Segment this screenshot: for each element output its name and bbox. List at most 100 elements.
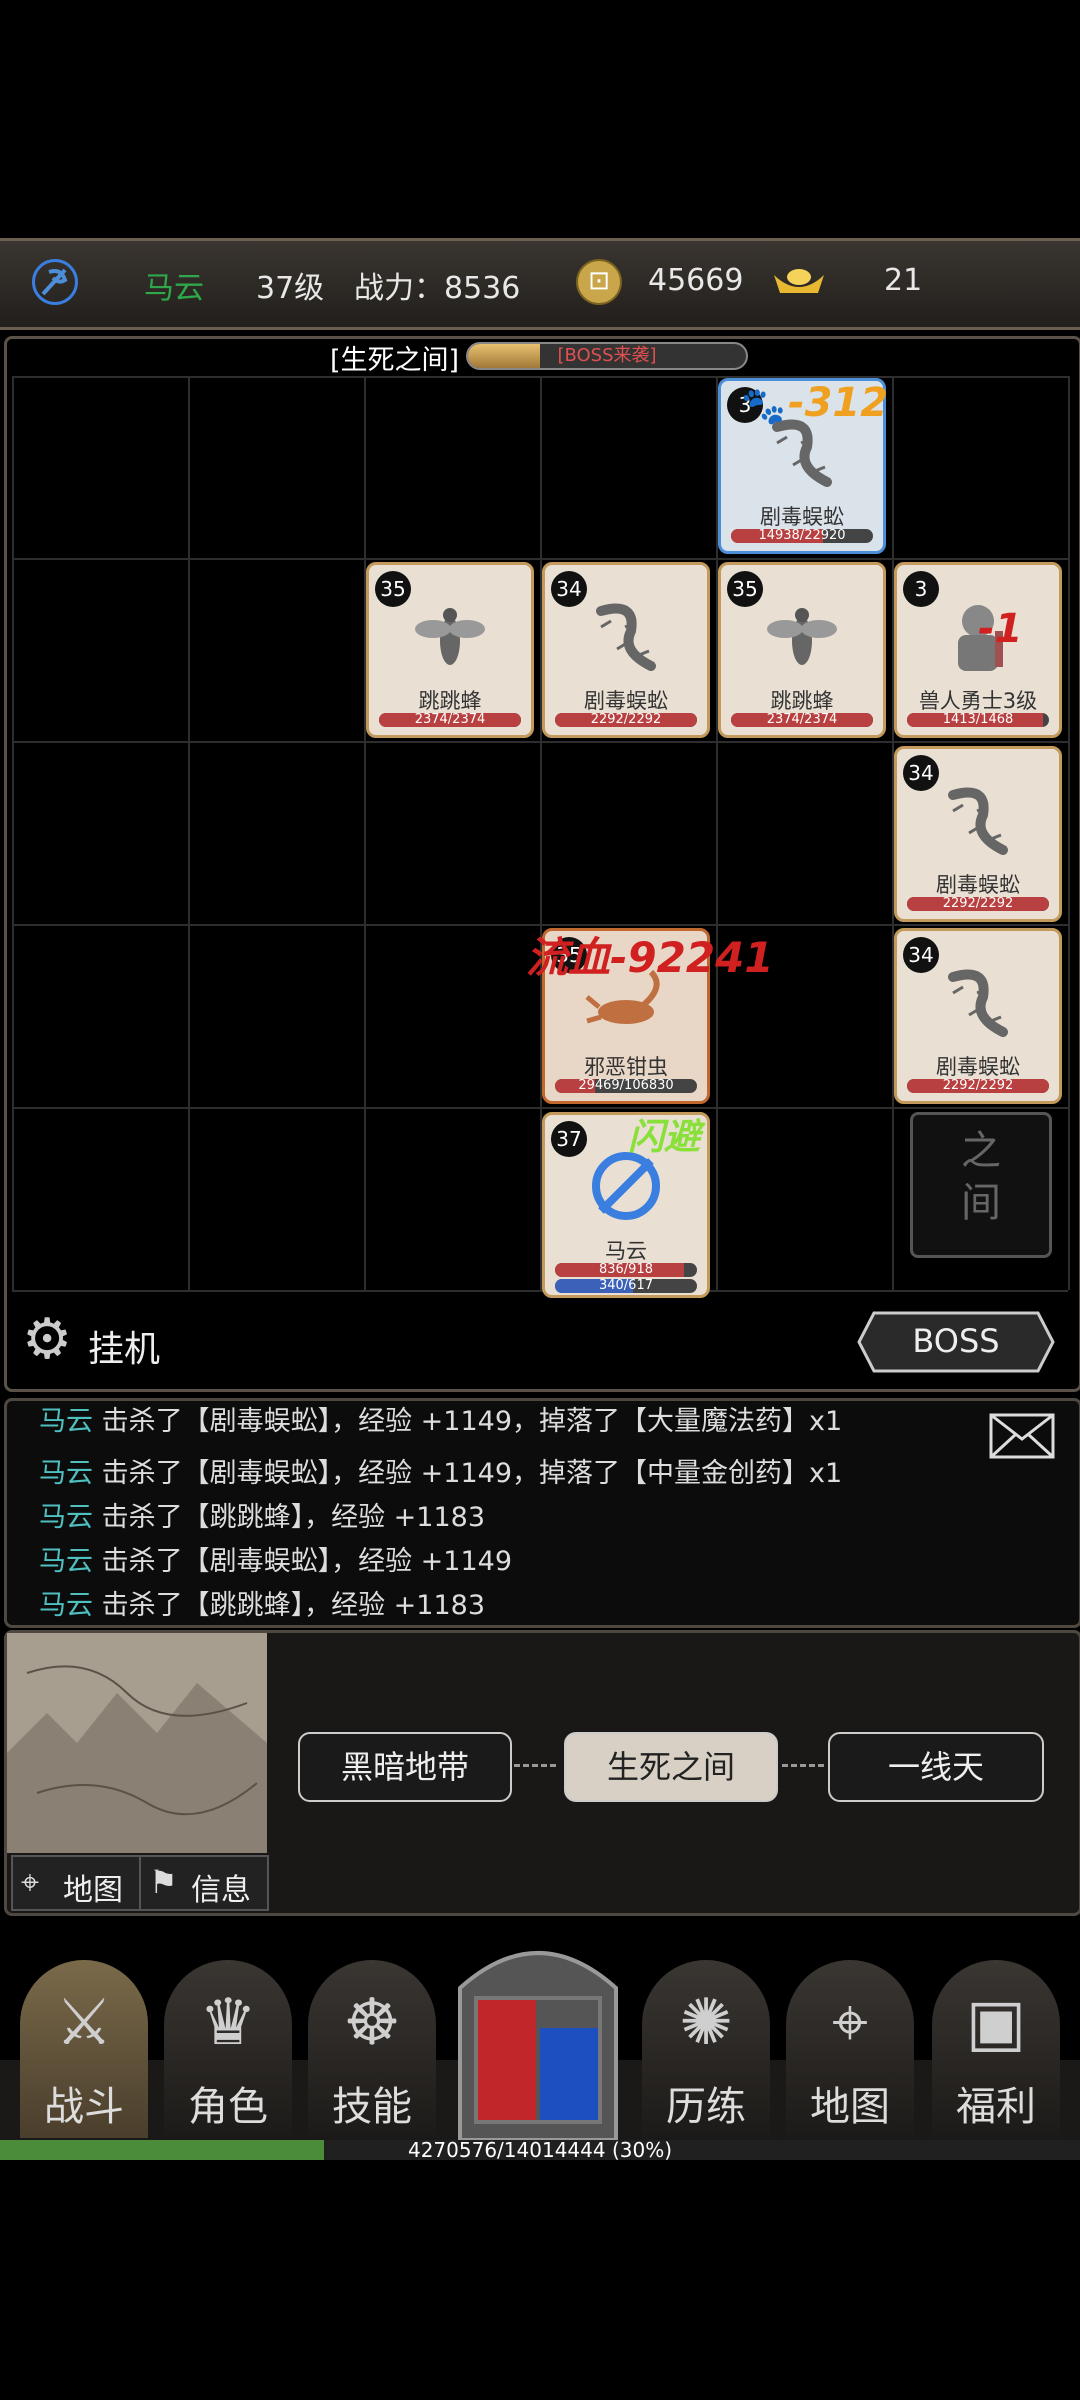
experience-text: 4270576/14014444 (30%): [407, 2138, 673, 2162]
crossed-swords-icon: ⚔: [55, 1986, 113, 2060]
treasure-chest-icon: ▣: [965, 1986, 1027, 2060]
swirl-icon: ✺: [679, 1986, 733, 2060]
damage-popup: 闪避: [628, 1117, 701, 1158]
boss-button[interactable]: BOSS: [856, 1310, 1056, 1374]
unit-name: 剧毒蜈蚣: [760, 505, 844, 529]
log-line: 马云 击杀了【跳跳蜂】，经验 +1183: [39, 1583, 485, 1622]
boss-progress-label: [BOSS来袭]: [557, 345, 657, 366]
paw-icon: 🐾: [741, 386, 786, 427]
log-line: 马云 击杀了【跳跳蜂】，经验 +1183: [39, 1495, 485, 1534]
prev-zone-button[interactable]: 黑暗地带: [298, 1732, 512, 1802]
grid-line: [1068, 376, 1070, 1290]
nav-label: 福利: [956, 2084, 1036, 2130]
hp-text: 2292/2292: [942, 897, 1014, 911]
info-button[interactable]: ⚑ 信息: [139, 1855, 269, 1911]
player-emblem-icon[interactable]: [32, 259, 78, 305]
enemy-card[interactable]: 34 剧毒蜈蚣 2292/2292: [894, 746, 1062, 922]
map-pin-icon: ⌖: [21, 1863, 40, 1901]
nav-map[interactable]: ⌖ 地图: [786, 1960, 914, 2138]
log-line: 马云 击杀了【剧毒蜈蚣】，经验 +1149，掉落了【中量金创药】x1: [39, 1451, 842, 1490]
hp-bar: 2292/2292: [907, 1079, 1049, 1093]
mp-bar: 340/617: [555, 1279, 697, 1293]
hp-text: 1413/1468: [942, 713, 1014, 727]
bee-icon: [405, 591, 495, 685]
log-text: 击杀了【剧毒蜈蚣】，经验 +1149，掉落了【中量金创药】x1: [93, 1458, 843, 1489]
centipede-icon: [581, 591, 671, 685]
portal-gate[interactable]: 之间: [910, 1112, 1052, 1258]
unit-name: 马云: [605, 1239, 647, 1263]
hp-bar: 2292/2292: [907, 897, 1049, 911]
next-zone-button[interactable]: 一线天: [828, 1732, 1044, 1802]
centipede-icon: [933, 775, 1023, 869]
unit-name: 邪恶钳虫: [584, 1055, 668, 1079]
grid-line: [188, 376, 190, 1290]
log-line: 马云 击杀了【剧毒蜈蚣】，经验 +1149，掉落了【大量魔法药】x1: [39, 1401, 842, 1438]
coin-count: 45669: [648, 263, 744, 298]
nav-battle[interactable]: ⚔ 战斗: [20, 1960, 148, 2138]
unit-name: 跳跳蜂: [418, 689, 482, 713]
hp-text: 14938/22920: [758, 529, 846, 543]
damage-popup: 流血-92241: [526, 933, 774, 982]
log-text: 击杀了【剧毒蜈蚣】，经验 +1149: [93, 1546, 513, 1577]
hp-mp-orb-gate[interactable]: [440, 1928, 636, 2142]
hp-bar: 2292/2292: [555, 713, 697, 727]
grid-line: [12, 741, 1068, 743]
battle-log[interactable]: 马云 击杀了【剧毒蜈蚣】，经验 +1149，掉落了【大量魔法药】x1 马云 击杀了…: [4, 1398, 1080, 1628]
nav-label: 地图: [810, 2084, 890, 2130]
hp-text: 2374/2374: [414, 713, 486, 727]
grid-line: [12, 1107, 1068, 1109]
enemy-card[interactable]: 35 跳跳蜂 2374/2374: [718, 562, 886, 738]
nav-training[interactable]: ✺ 历练: [642, 1960, 770, 2138]
player-level: 37级: [256, 271, 325, 306]
unit-name: 剧毒蜈蚣: [936, 873, 1020, 897]
gear-icon: ⚙: [22, 1307, 73, 1372]
triquetra-icon: ☸: [343, 1986, 401, 2060]
hp-text: 29469/106830: [578, 1079, 674, 1093]
experience-bar: 4270576/14014444 (30%): [0, 2140, 1080, 2160]
hp-bar: 2374/2374: [731, 713, 873, 727]
helmet-icon: ♛: [199, 1986, 257, 2060]
log-player-name: 马云: [39, 1502, 93, 1533]
hp-bar: 1413/1468: [907, 713, 1049, 727]
hp-text: 2374/2374: [766, 713, 838, 727]
player-name: 马云: [144, 271, 204, 306]
centipede-icon: [933, 957, 1023, 1051]
minimap[interactable]: [7, 1633, 267, 1853]
map-button[interactable]: ⌖ 地图: [11, 1855, 141, 1911]
map-button-label: 地图: [63, 1873, 123, 1908]
damage-popup: -312: [788, 380, 889, 426]
info-button-label: 信息: [191, 1873, 251, 1908]
top-status-bar: 马云 37级 战力：8536 ⊡ 45669 21: [0, 238, 1080, 330]
unit-name: 跳跳蜂: [770, 689, 834, 713]
nav-welfare[interactable]: ▣ 福利: [932, 1960, 1060, 2138]
zone-title: [生死之间]: [330, 345, 460, 376]
unit-name: 兽人勇士3级: [918, 689, 1038, 713]
hp-text: 2292/2292: [590, 713, 662, 727]
nav-character[interactable]: ♛ 角色: [164, 1960, 292, 2138]
nav-label: 角色: [188, 2084, 268, 2130]
grid-line: [12, 1290, 1068, 1292]
current-zone-button[interactable]: 生死之间: [564, 1732, 778, 1802]
hp-bar: 14938/22920: [731, 529, 873, 543]
banner-icon: ⚑: [149, 1863, 178, 1901]
nav-label: 战斗: [44, 2084, 124, 2130]
hp-text: 2292/2292: [942, 1079, 1014, 1093]
log-line: 马云 击杀了【剧毒蜈蚣】，经验 +1149: [39, 1539, 512, 1578]
enemy-card[interactable]: 34 剧毒蜈蚣 2292/2292: [542, 562, 710, 738]
gold-ingot-icon: [772, 265, 826, 297]
ingot-count: 21: [884, 263, 923, 298]
mail-icon[interactable]: [989, 1413, 1055, 1459]
bee-icon: [757, 591, 847, 685]
hp-bar: 29469/106830: [555, 1079, 697, 1093]
enemy-card[interactable]: 35 跳跳蜂 2374/2374: [366, 562, 534, 738]
nav-skills[interactable]: ☸ 技能: [308, 1960, 436, 2138]
map-pin-icon: ⌖: [831, 1986, 869, 2060]
coin-add-icon[interactable]: ⊡: [576, 259, 622, 305]
unit-name: 剧毒蜈蚣: [584, 689, 668, 713]
idle-label: 挂机: [88, 1329, 161, 1370]
hp-bar: 836/918: [555, 1263, 697, 1277]
log-player-name: 马云: [39, 1590, 93, 1621]
route-connector: [514, 1764, 556, 1767]
enemy-card[interactable]: 34 剧毒蜈蚣 2292/2292: [894, 928, 1062, 1104]
log-player-name: 马云: [39, 1546, 93, 1577]
